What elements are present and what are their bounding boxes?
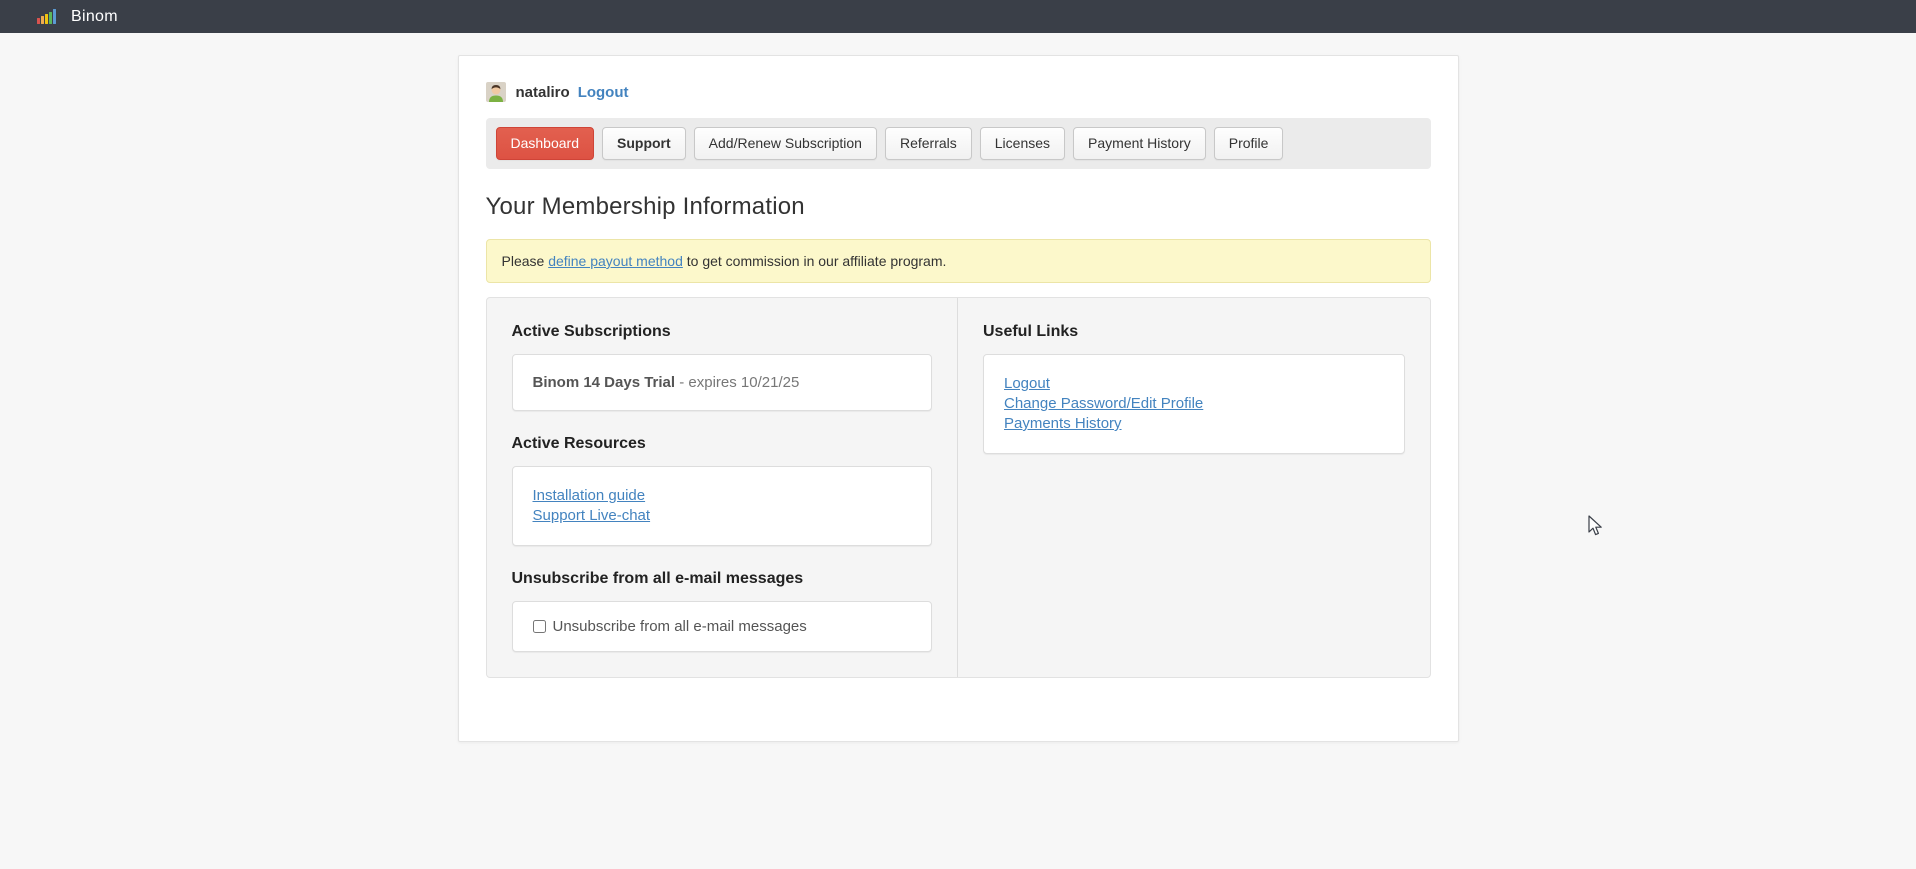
active-subscriptions-title: Active Subscriptions (512, 323, 933, 341)
resources-box: Installation guide Support Live-chat (512, 466, 933, 546)
membership-card: nataliro Logout Dashboard Support Add/Re… (458, 55, 1459, 742)
payout-alert: Please define payout method to get commi… (486, 239, 1431, 283)
page-title: Your Membership Information (486, 193, 1431, 221)
membership-panel: Active Subscriptions Binom 14 Days Trial… (486, 297, 1431, 678)
brand-name: Binom (71, 8, 118, 26)
unsubscribe-option[interactable]: Unsubscribe from all e-mail messages (533, 618, 912, 635)
support-live-chat-link[interactable]: Support Live-chat (533, 506, 912, 526)
tab-profile[interactable]: Profile (1214, 127, 1284, 160)
active-resources-title: Active Resources (512, 435, 933, 453)
tab-referrals[interactable]: Referrals (885, 127, 972, 160)
alert-text-prefix: Please (502, 253, 549, 269)
tab-licenses[interactable]: Licenses (980, 127, 1065, 160)
subscription-box: Binom 14 Days Trial - expires 10/21/25 (512, 354, 933, 411)
useful-links-title: Useful Links (983, 323, 1405, 341)
unsubscribe-title: Unsubscribe from all e-mail messages (512, 570, 933, 588)
useful-links-box: Logout Change Password/Edit Profile Paym… (983, 354, 1405, 454)
avatar (486, 82, 506, 102)
panel-right-column: Useful Links Logout Change Password/Edit… (958, 298, 1430, 677)
tab-bar: Dashboard Support Add/Renew Subscription… (486, 118, 1431, 169)
user-row: nataliro Logout (486, 82, 1431, 102)
bar-chart-icon (37, 9, 57, 24)
unsubscribe-checkbox-label: Unsubscribe from all e-mail messages (553, 618, 807, 635)
top-bar: Binom (0, 0, 1916, 33)
useful-link-change-password[interactable]: Change Password/Edit Profile (1004, 394, 1384, 414)
tab-dashboard[interactable]: Dashboard (496, 127, 595, 160)
panel-left-column: Active Subscriptions Binom 14 Days Trial… (487, 298, 959, 677)
tab-payment-history[interactable]: Payment History (1073, 127, 1206, 160)
tab-support[interactable]: Support (602, 127, 686, 160)
subscription-expiry: - expires 10/21/25 (675, 374, 799, 391)
subscription-name: Binom 14 Days Trial (533, 374, 676, 391)
installation-guide-link[interactable]: Installation guide (533, 486, 912, 506)
tab-add-renew-subscription[interactable]: Add/Renew Subscription (694, 127, 877, 160)
page: { "topbar": { "brand": "Binom" }, "user"… (0, 0, 1916, 869)
define-payout-method-link[interactable]: define payout method (548, 253, 683, 269)
username: nataliro (516, 84, 570, 101)
alert-text-suffix: to get commission in our affiliate progr… (683, 253, 947, 269)
mouse-cursor (1585, 515, 1605, 542)
unsubscribe-box: Unsubscribe from all e-mail messages (512, 601, 933, 652)
useful-link-logout[interactable]: Logout (1004, 374, 1384, 394)
useful-link-payments-history[interactable]: Payments History (1004, 414, 1384, 434)
unsubscribe-checkbox[interactable] (533, 620, 546, 633)
logout-link[interactable]: Logout (578, 84, 629, 101)
